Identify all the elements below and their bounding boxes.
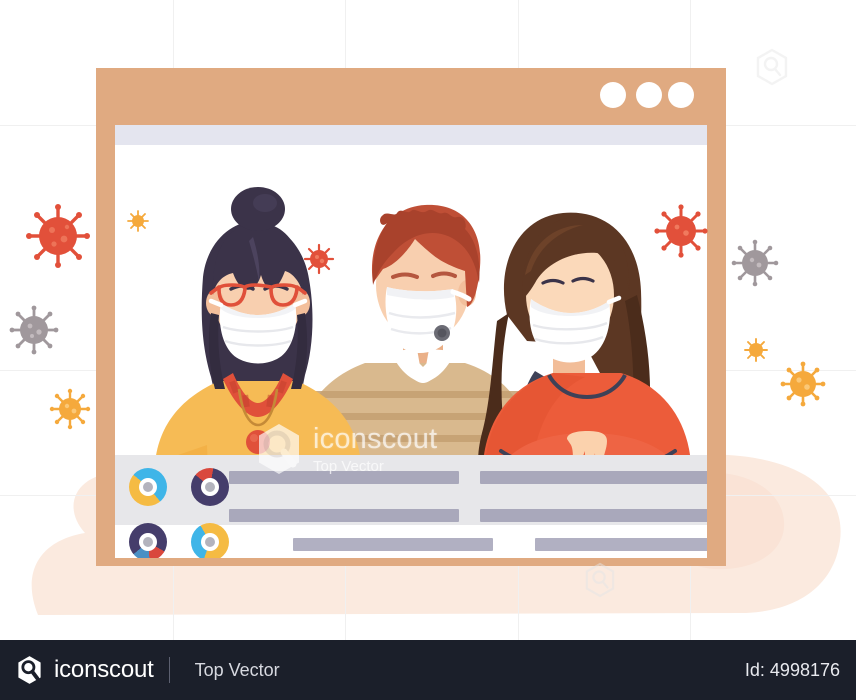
avatar-ring-2[interactable] bbox=[191, 468, 229, 506]
watermark-hex-top-right bbox=[756, 48, 788, 86]
avatar-core bbox=[201, 533, 219, 551]
content-bar-4 bbox=[480, 509, 707, 522]
window-dot-2[interactable] bbox=[636, 82, 662, 108]
footer-brand-group: iconscout Top Vector bbox=[16, 655, 280, 685]
avatar-core bbox=[139, 478, 157, 496]
window-dot-1[interactable] bbox=[600, 82, 626, 108]
virus-yellow-4 bbox=[780, 361, 826, 407]
virus-red-left bbox=[26, 204, 90, 268]
footer-asset-id: Id: 4998176 bbox=[744, 659, 840, 680]
avatar-ring-4[interactable] bbox=[191, 523, 229, 558]
footer-bar: iconscout Top Vector Id: 4998176 bbox=[0, 640, 856, 700]
content-bar-5 bbox=[293, 538, 493, 551]
footer-brand-name: iconscout bbox=[54, 656, 154, 683]
avatar-core bbox=[201, 478, 219, 496]
illustration-stage: iconscout Top Vector bbox=[0, 0, 856, 640]
content-bar-6 bbox=[535, 538, 707, 551]
avatar-ring-1[interactable] bbox=[129, 468, 167, 506]
watermark-hex-bottom-center bbox=[585, 562, 615, 598]
avatar-core bbox=[139, 533, 157, 551]
virus-yellow-2 bbox=[49, 388, 91, 430]
virus-gray-right bbox=[731, 239, 779, 287]
avatar-ring-3[interactable] bbox=[129, 523, 167, 558]
footer-divider bbox=[168, 657, 170, 683]
content-bar-1 bbox=[229, 471, 459, 484]
content-bar-3 bbox=[229, 509, 459, 522]
content-list bbox=[115, 455, 707, 558]
virus-gray-left bbox=[9, 305, 59, 355]
browser-toolbar bbox=[115, 125, 707, 145]
hexagon-magnifier-icon bbox=[18, 656, 41, 684]
footer-subtitle: Top Vector bbox=[194, 659, 280, 680]
browser-page-area bbox=[115, 125, 707, 558]
virus-yellow-3 bbox=[744, 338, 768, 362]
window-dot-3[interactable] bbox=[668, 82, 694, 108]
content-bar-2 bbox=[480, 471, 707, 484]
browser-title-bar bbox=[96, 68, 726, 128]
